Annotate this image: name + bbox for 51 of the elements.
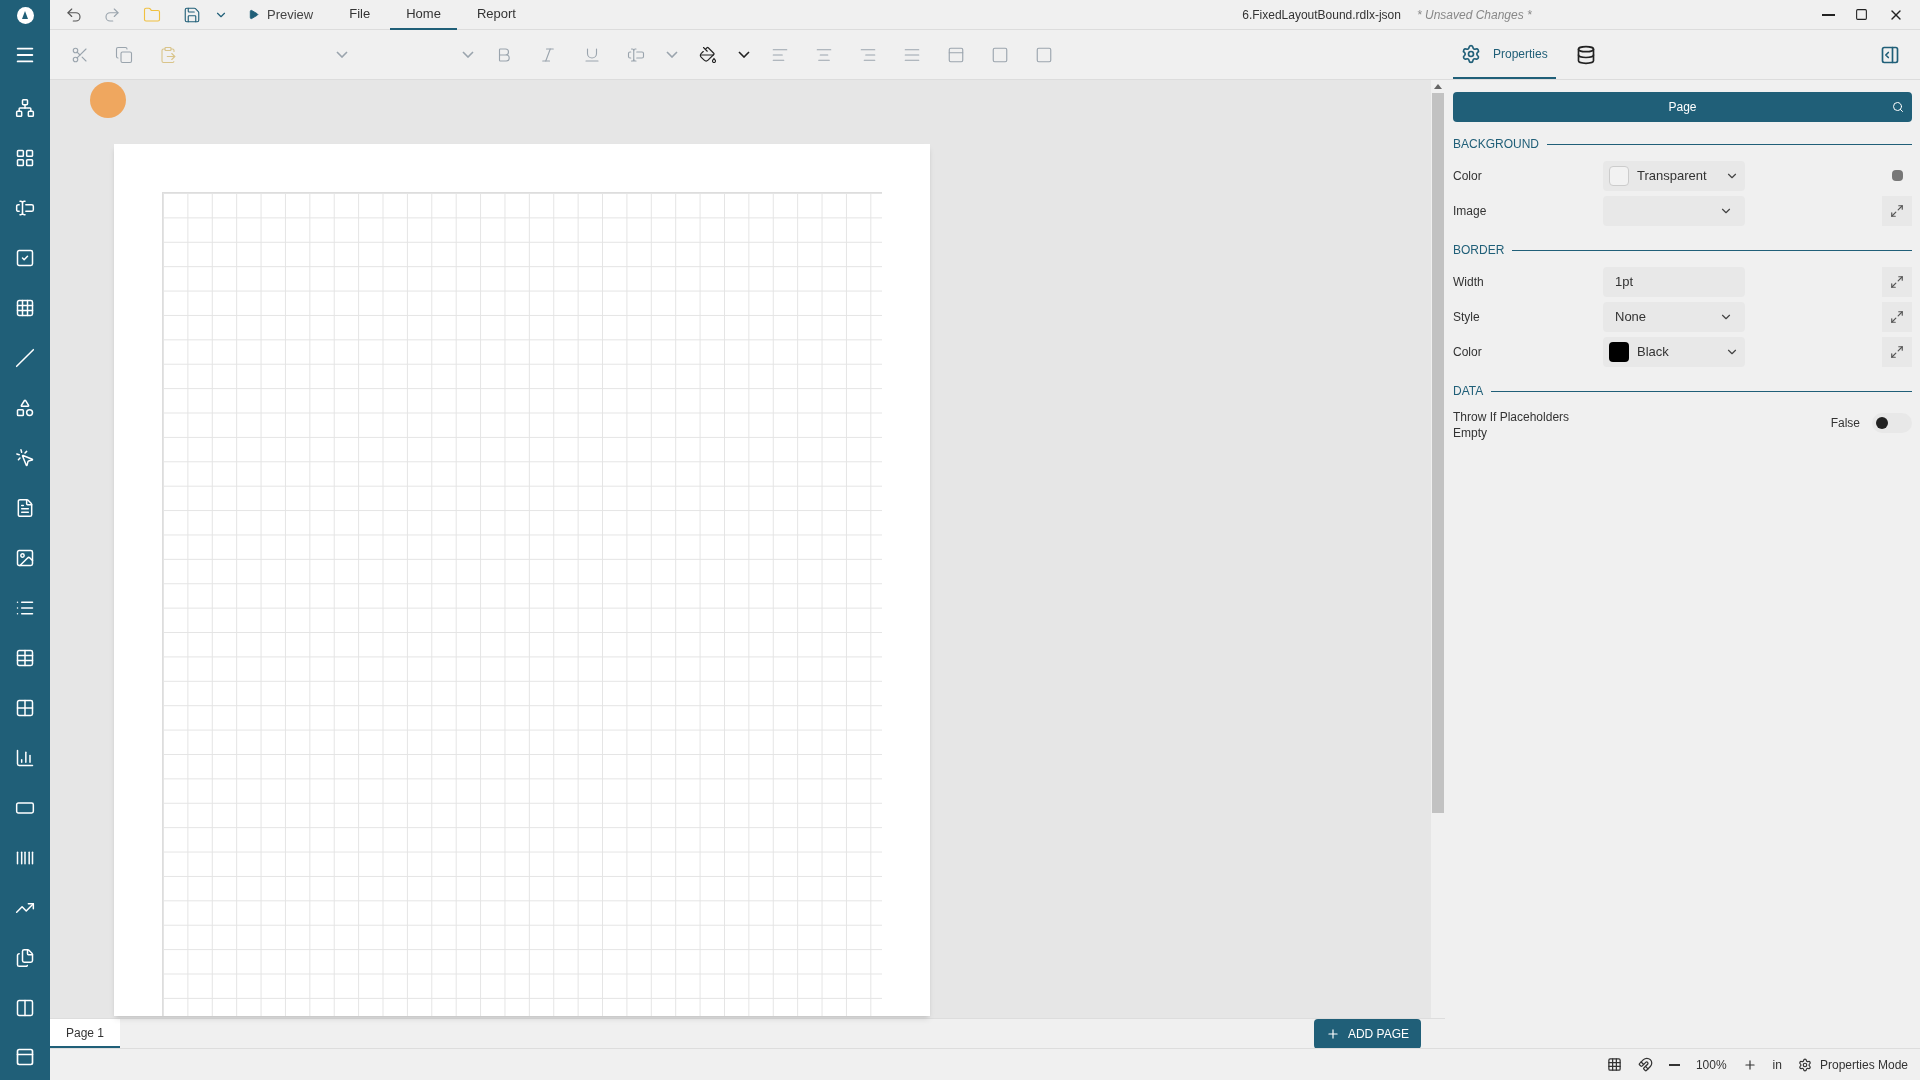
property-label: Image — [1453, 202, 1488, 220]
minimize-icon[interactable] — [1822, 13, 1835, 16]
play-icon — [248, 9, 259, 20]
file-name: 6.FixedLayoutBound.rdlx-json — [1242, 6, 1401, 24]
expand-icon[interactable] — [1882, 195, 1912, 226]
menu-tab[interactable]: Report — [460, 0, 532, 30]
snap-icon — [1637, 1057, 1653, 1072]
restore-icon — [1855, 8, 1868, 21]
menu-tab[interactable]: Home — [390, 0, 457, 30]
properties-tab[interactable]: Properties — [1453, 30, 1556, 79]
zoom-in-icon — [1742, 1057, 1757, 1072]
settings-icon — [1461, 43, 1481, 64]
grid-icon — [1606, 1057, 1622, 1072]
preview-button[interactable]: Preview — [232, 4, 330, 25]
color-swatch — [1609, 165, 1629, 186]
scroll-up-icon[interactable] — [1434, 84, 1442, 89]
search-icon — [1892, 101, 1904, 113]
section-title: BACKGROUND — [1453, 136, 1539, 153]
zoom-level: 100% — [1695, 1056, 1727, 1074]
page-tab[interactable]: Page 1 — [50, 1019, 121, 1048]
unsaved-status: * Unsaved Changes * — [1416, 6, 1532, 24]
chevron-icon[interactable] — [738, 51, 750, 58]
property-label: Color — [1453, 343, 1483, 361]
mode-label[interactable]: Properties Mode — [1819, 1055, 1908, 1074]
property-label: Color — [1453, 167, 1483, 185]
select-field[interactable]: None — [1603, 301, 1745, 332]
color-select[interactable]: Black — [1603, 336, 1745, 367]
expand-icon[interactable] — [1882, 301, 1912, 332]
zoom-out-icon[interactable] — [1668, 1063, 1680, 1066]
unit-label[interactable]: in — [1772, 1055, 1782, 1074]
menu-tab[interactable]: File — [333, 0, 387, 30]
object-selector[interactable]: Page — [1453, 92, 1912, 122]
toggle-value: False — [1830, 415, 1860, 432]
property-label: Width — [1453, 273, 1485, 291]
click-indicator — [90, 82, 126, 118]
section-title: BORDER — [1453, 242, 1505, 259]
color-select[interactable]: Transparent — [1603, 160, 1745, 191]
section-title: DATA — [1453, 383, 1484, 400]
property-label: Throw If Placeholders Empty — [1453, 409, 1571, 441]
select-field[interactable] — [1603, 195, 1745, 226]
scrollbar[interactable] — [1431, 80, 1445, 1018]
toggle-switch[interactable] — [1872, 413, 1912, 433]
expand-icon[interactable] — [1882, 336, 1912, 367]
property-label: Style — [1453, 308, 1481, 326]
logo-icon — [16, 6, 34, 24]
input-field[interactable]: 1pt — [1603, 266, 1745, 297]
plus-icon — [1325, 1026, 1340, 1041]
settings-icon — [1797, 1057, 1812, 1072]
add-page-button[interactable]: ADD PAGE — [1313, 1018, 1421, 1049]
default-value-marker[interactable] — [1891, 170, 1903, 181]
expand-icon[interactable] — [1882, 266, 1912, 297]
